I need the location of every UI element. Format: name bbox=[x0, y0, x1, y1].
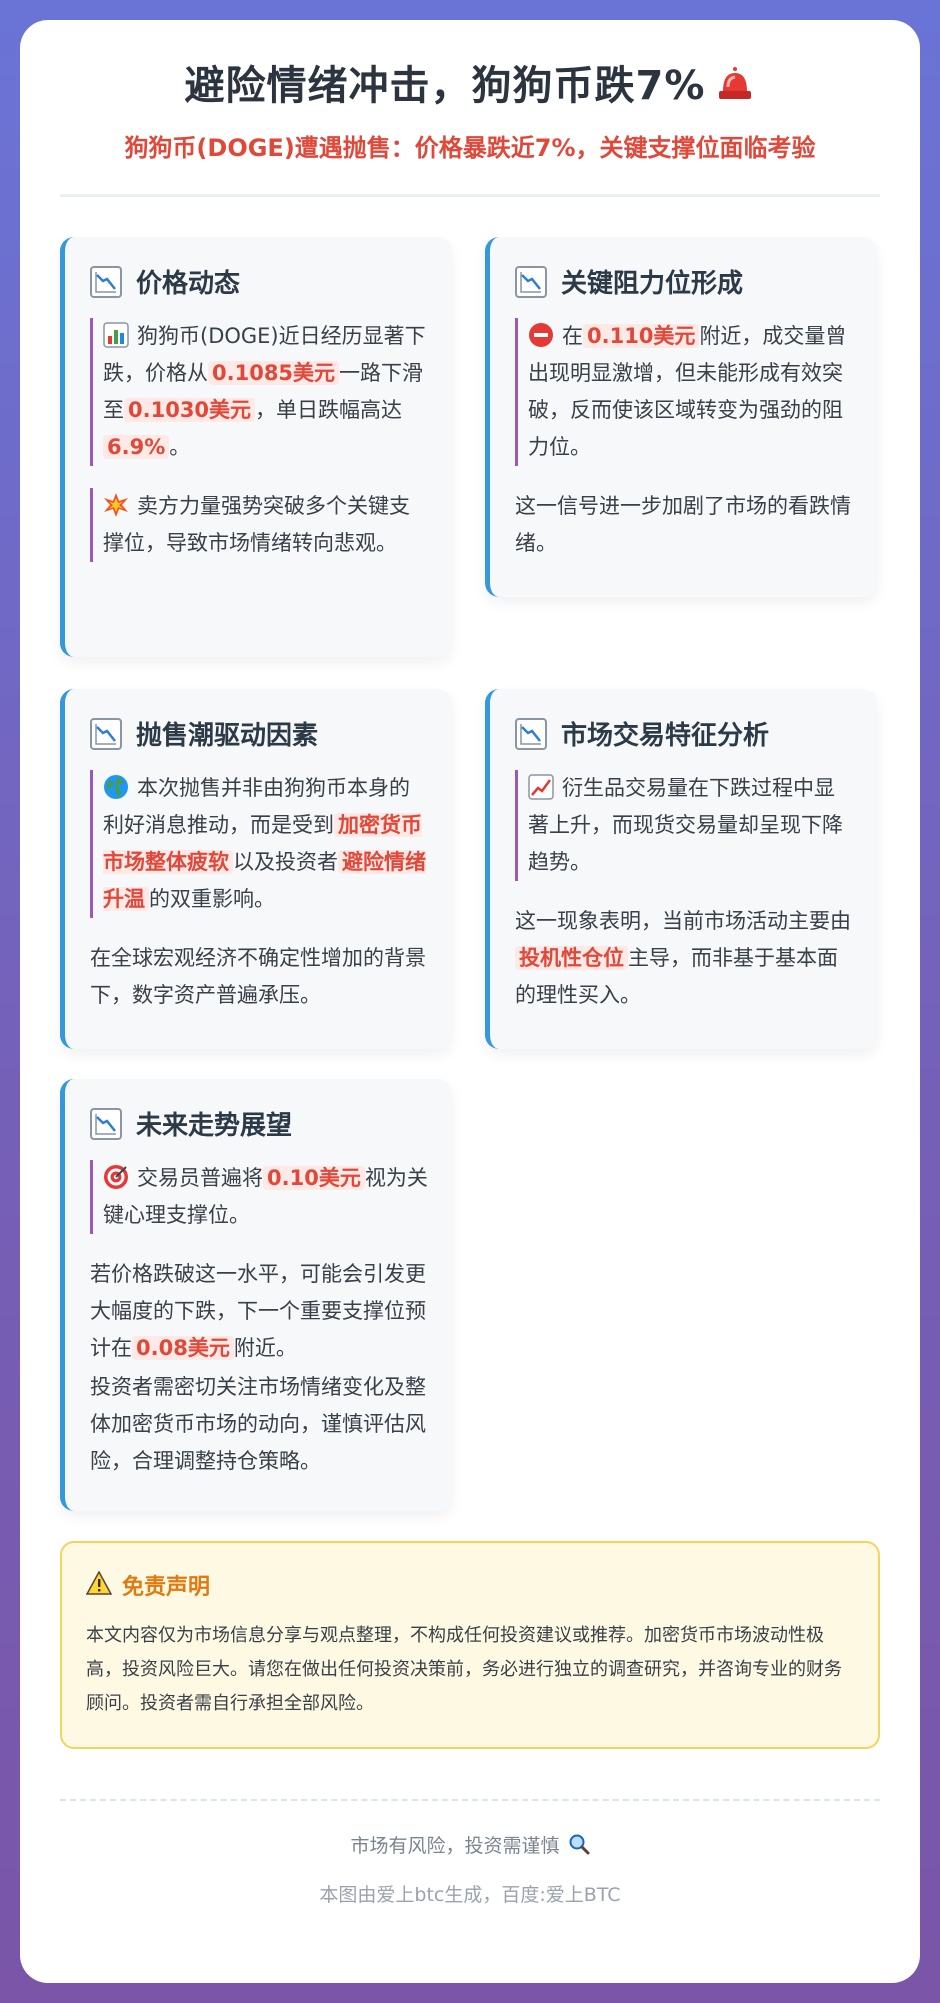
quote-block: 卖方力量强势突破多个关键支撑位，导致市场情绪转向悲观。 bbox=[90, 488, 430, 562]
text: 卖方力量强势突破多个关键支撑位，导致市场情绪转向悲观。 bbox=[103, 494, 410, 555]
paragraph: 这一信号进一步加剧了市场的看跌情绪。 bbox=[515, 494, 851, 555]
section-header: 市场交易特征分析 bbox=[515, 715, 855, 752]
section-title: 市场交易特征分析 bbox=[561, 721, 770, 751]
disclaimer-text: 本文内容仅为市场信息分享与观点整理，不构成任何投资建议或推荐。加密货币市场波动性… bbox=[86, 1625, 842, 1714]
text: 的双重影响。 bbox=[149, 887, 275, 911]
highlight-percent: 6.9% bbox=[103, 435, 170, 459]
disclaimer-header: 免责声明 bbox=[85, 1569, 854, 1601]
section-header: 未来走势展望 bbox=[90, 1105, 430, 1142]
bar-chart-icon bbox=[103, 322, 129, 348]
warning-icon bbox=[85, 1570, 113, 1599]
section-header: 价格动态 bbox=[90, 263, 430, 300]
footer: 市场有风险，投资需谨慎 本图由爱上btc生成，百度:爱上BTC bbox=[60, 1799, 880, 1910]
paragraph: 若价格跌破这一水平，可能会引发更大幅度的下跌，下一个重要支撑位预计在 0.08美元… bbox=[90, 1256, 430, 1367]
chart-decreasing-icon bbox=[90, 717, 122, 750]
article-card: 避险情绪冲击，狗狗币跌7% 狗狗币(DOGE)遭遇抛售：价格暴跌近7%，关键支撑… bbox=[20, 20, 920, 1983]
text: 以及投资者 bbox=[233, 850, 338, 874]
quote-block: 狗狗币(DOGE)近日经历显著下跌，价格从 0.1085美元 一路下滑至 0.1030… bbox=[90, 318, 430, 466]
disclaimer-title: 免责声明 bbox=[122, 1575, 211, 1600]
highlight-price: 0.08美元 bbox=[132, 1336, 234, 1360]
section-outlook: 未来走势展望 交易员普遍将 0.10美元 视为关键心理支撑位。 若价格跌破这一水平，… bbox=[60, 1079, 452, 1511]
highlight-price: 0.1085美元 bbox=[208, 361, 340, 385]
chart-decreasing-icon bbox=[90, 265, 122, 298]
chart-decreasing-icon bbox=[515, 717, 547, 750]
collision-icon bbox=[103, 492, 129, 518]
footer-credit: 本图由爱上btc生成，百度:爱上BTC bbox=[319, 1884, 621, 1906]
section-title: 价格动态 bbox=[136, 269, 241, 299]
highlight-price: 0.10美元 bbox=[263, 1166, 365, 1190]
section-title: 关键阻力位形成 bbox=[561, 269, 744, 299]
page-title-text: 避险情绪冲击，狗狗币跌7% bbox=[184, 63, 706, 109]
highlight-price: 0.1030美元 bbox=[124, 398, 256, 422]
text: 衍生品交易量在下跌过程中显著上升，而现货交易量却呈现下降趋势。 bbox=[528, 776, 843, 874]
page-title: 避险情绪冲击，狗狗币跌7% bbox=[60, 60, 880, 116]
section-title: 未来走势展望 bbox=[136, 1111, 293, 1141]
quote-block: 在 0.110美元 附近，成交量曾出现明显激增，但未能形成有效突破，反而使该区域转变… bbox=[515, 318, 855, 466]
chart-decreasing-icon bbox=[515, 265, 547, 298]
highlight-phrase: 投机性仓位 bbox=[515, 946, 628, 970]
paragraph: 这一现象表明，当前市场活动主要由投机性仓位 主导，而非基于基本面的理性买入。 bbox=[515, 903, 855, 1014]
highlight-price: 0.110美元 bbox=[583, 324, 700, 348]
no-entry-icon bbox=[528, 322, 554, 348]
text: 。 bbox=[169, 435, 191, 459]
quote-block: 本次抛售并非由狗狗币本身的利好消息推动，而是受到 加密货币市场整体疲软 以及投资者避… bbox=[90, 770, 430, 918]
section-title: 抛售潮驱动因素 bbox=[136, 721, 319, 751]
disclaimer-box: 免责声明 本文内容仅为市场信息分享与观点整理，不构成任何投资建议或推荐。加密货币… bbox=[60, 1541, 880, 1749]
footer-text: 市场有风险，投资需谨慎 bbox=[350, 1835, 560, 1857]
page-subtitle: 狗狗币(DOGE)遭遇抛售：价格暴跌近7%，关键支撑位面临考验 bbox=[124, 134, 816, 162]
section-header: 关键阻力位形成 bbox=[515, 263, 855, 300]
paragraph: 投资者需密切关注市场情绪变化及整体加密货币市场的动向，谨慎评估风险，合理调整持仓… bbox=[90, 1375, 426, 1473]
quote-block: 交易员普遍将 0.10美元 视为关键心理支撑位。 bbox=[90, 1160, 430, 1234]
sections-grid: 价格动态 狗狗币(DOGE)近日经历显著下跌，价格从 0.1085美元 一路下滑至 0… bbox=[60, 237, 880, 1517]
footer-risk-note: 市场有风险，投资需谨慎 bbox=[60, 1831, 880, 1864]
text: 这一现象表明，当前市场活动主要由 bbox=[515, 909, 851, 933]
text: ，单日跌幅高达 bbox=[255, 398, 403, 422]
target-icon bbox=[103, 1164, 129, 1190]
chart-increasing-icon bbox=[528, 774, 554, 800]
section-price-dynamics: 价格动态 狗狗币(DOGE)近日经历显著下跌，价格从 0.1085美元 一路下滑至 0… bbox=[60, 237, 452, 657]
siren-icon bbox=[715, 63, 755, 116]
globe-icon bbox=[103, 774, 129, 800]
section-trading-analysis: 市场交易特征分析 衍生品交易量在下跌过程中显著上升，而现货交易量却呈现下降趋势。… bbox=[485, 689, 877, 1049]
chart-decreasing-icon bbox=[90, 1107, 122, 1140]
magnifier-icon bbox=[568, 1833, 590, 1864]
section-drivers: 抛售潮驱动因素 本次抛售并非由狗狗币本身的利好消息推动，而是受到 加密货币市场整体… bbox=[60, 689, 452, 1049]
paragraph: 在全球宏观经济不确定性增加的背景下，数字资产普遍承压。 bbox=[90, 946, 426, 1007]
quote-block: 衍生品交易量在下跌过程中显著上升，而现货交易量却呈现下降趋势。 bbox=[515, 770, 855, 881]
section-header: 抛售潮驱动因素 bbox=[90, 715, 430, 752]
text: 交易员普遍将 bbox=[137, 1166, 263, 1190]
text: 附近。 bbox=[233, 1336, 297, 1360]
section-resistance: 关键阻力位形成 在 0.110美元 附近，成交量曾出现明显激增，但未能形成有效突破，… bbox=[485, 237, 877, 597]
text: 在 bbox=[562, 324, 583, 348]
header: 避险情绪冲击，狗狗币跌7% 狗狗币(DOGE)遭遇抛售：价格暴跌近7%，关键支撑… bbox=[60, 60, 880, 197]
